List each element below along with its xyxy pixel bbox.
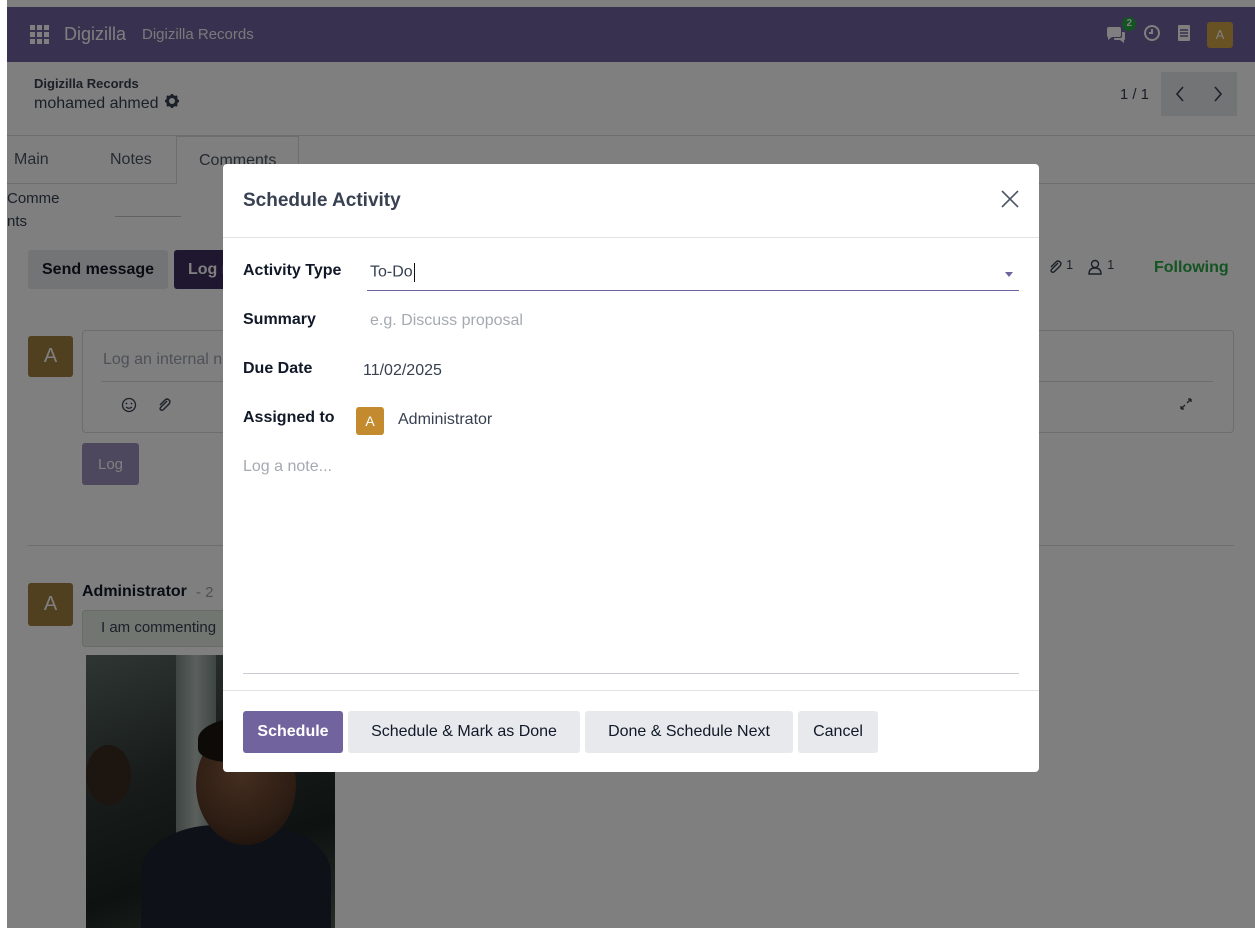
close-icon[interactable] (999, 188, 1021, 210)
modal-title: Schedule Activity (243, 190, 401, 211)
activity-type-select[interactable]: To-Do (367, 257, 1019, 291)
summary-label: Summary (243, 311, 316, 328)
note-input[interactable]: Log a note... (243, 458, 332, 476)
schedule-button[interactable]: Schedule (243, 711, 343, 753)
schedule-mark-done-button[interactable]: Schedule & Mark as Done (348, 711, 580, 753)
chevron-down-icon[interactable] (1005, 272, 1013, 277)
note-underline (243, 673, 1019, 674)
assigned-to-label: Assigned to (243, 409, 335, 426)
activity-type-value: To-Do (370, 263, 413, 281)
done-schedule-next-button[interactable]: Done & Schedule Next (585, 711, 793, 753)
activity-type-label: Activity Type (243, 262, 342, 279)
summary-input[interactable]: e.g. Discuss proposal (370, 312, 523, 330)
window-frame (0, 0, 7, 928)
modal-footer-divider (223, 690, 1039, 691)
assigned-to-input[interactable]: Administrator (398, 411, 492, 429)
cancel-button[interactable]: Cancel (798, 711, 878, 753)
due-date-label: Due Date (243, 360, 313, 377)
due-date-input[interactable]: 11/02/2025 (363, 362, 442, 380)
assignee-avatar: A (356, 407, 384, 435)
modal-header-divider (223, 237, 1039, 238)
schedule-activity-dialog: Schedule Activity Activity Type To-Do Su… (223, 164, 1039, 772)
